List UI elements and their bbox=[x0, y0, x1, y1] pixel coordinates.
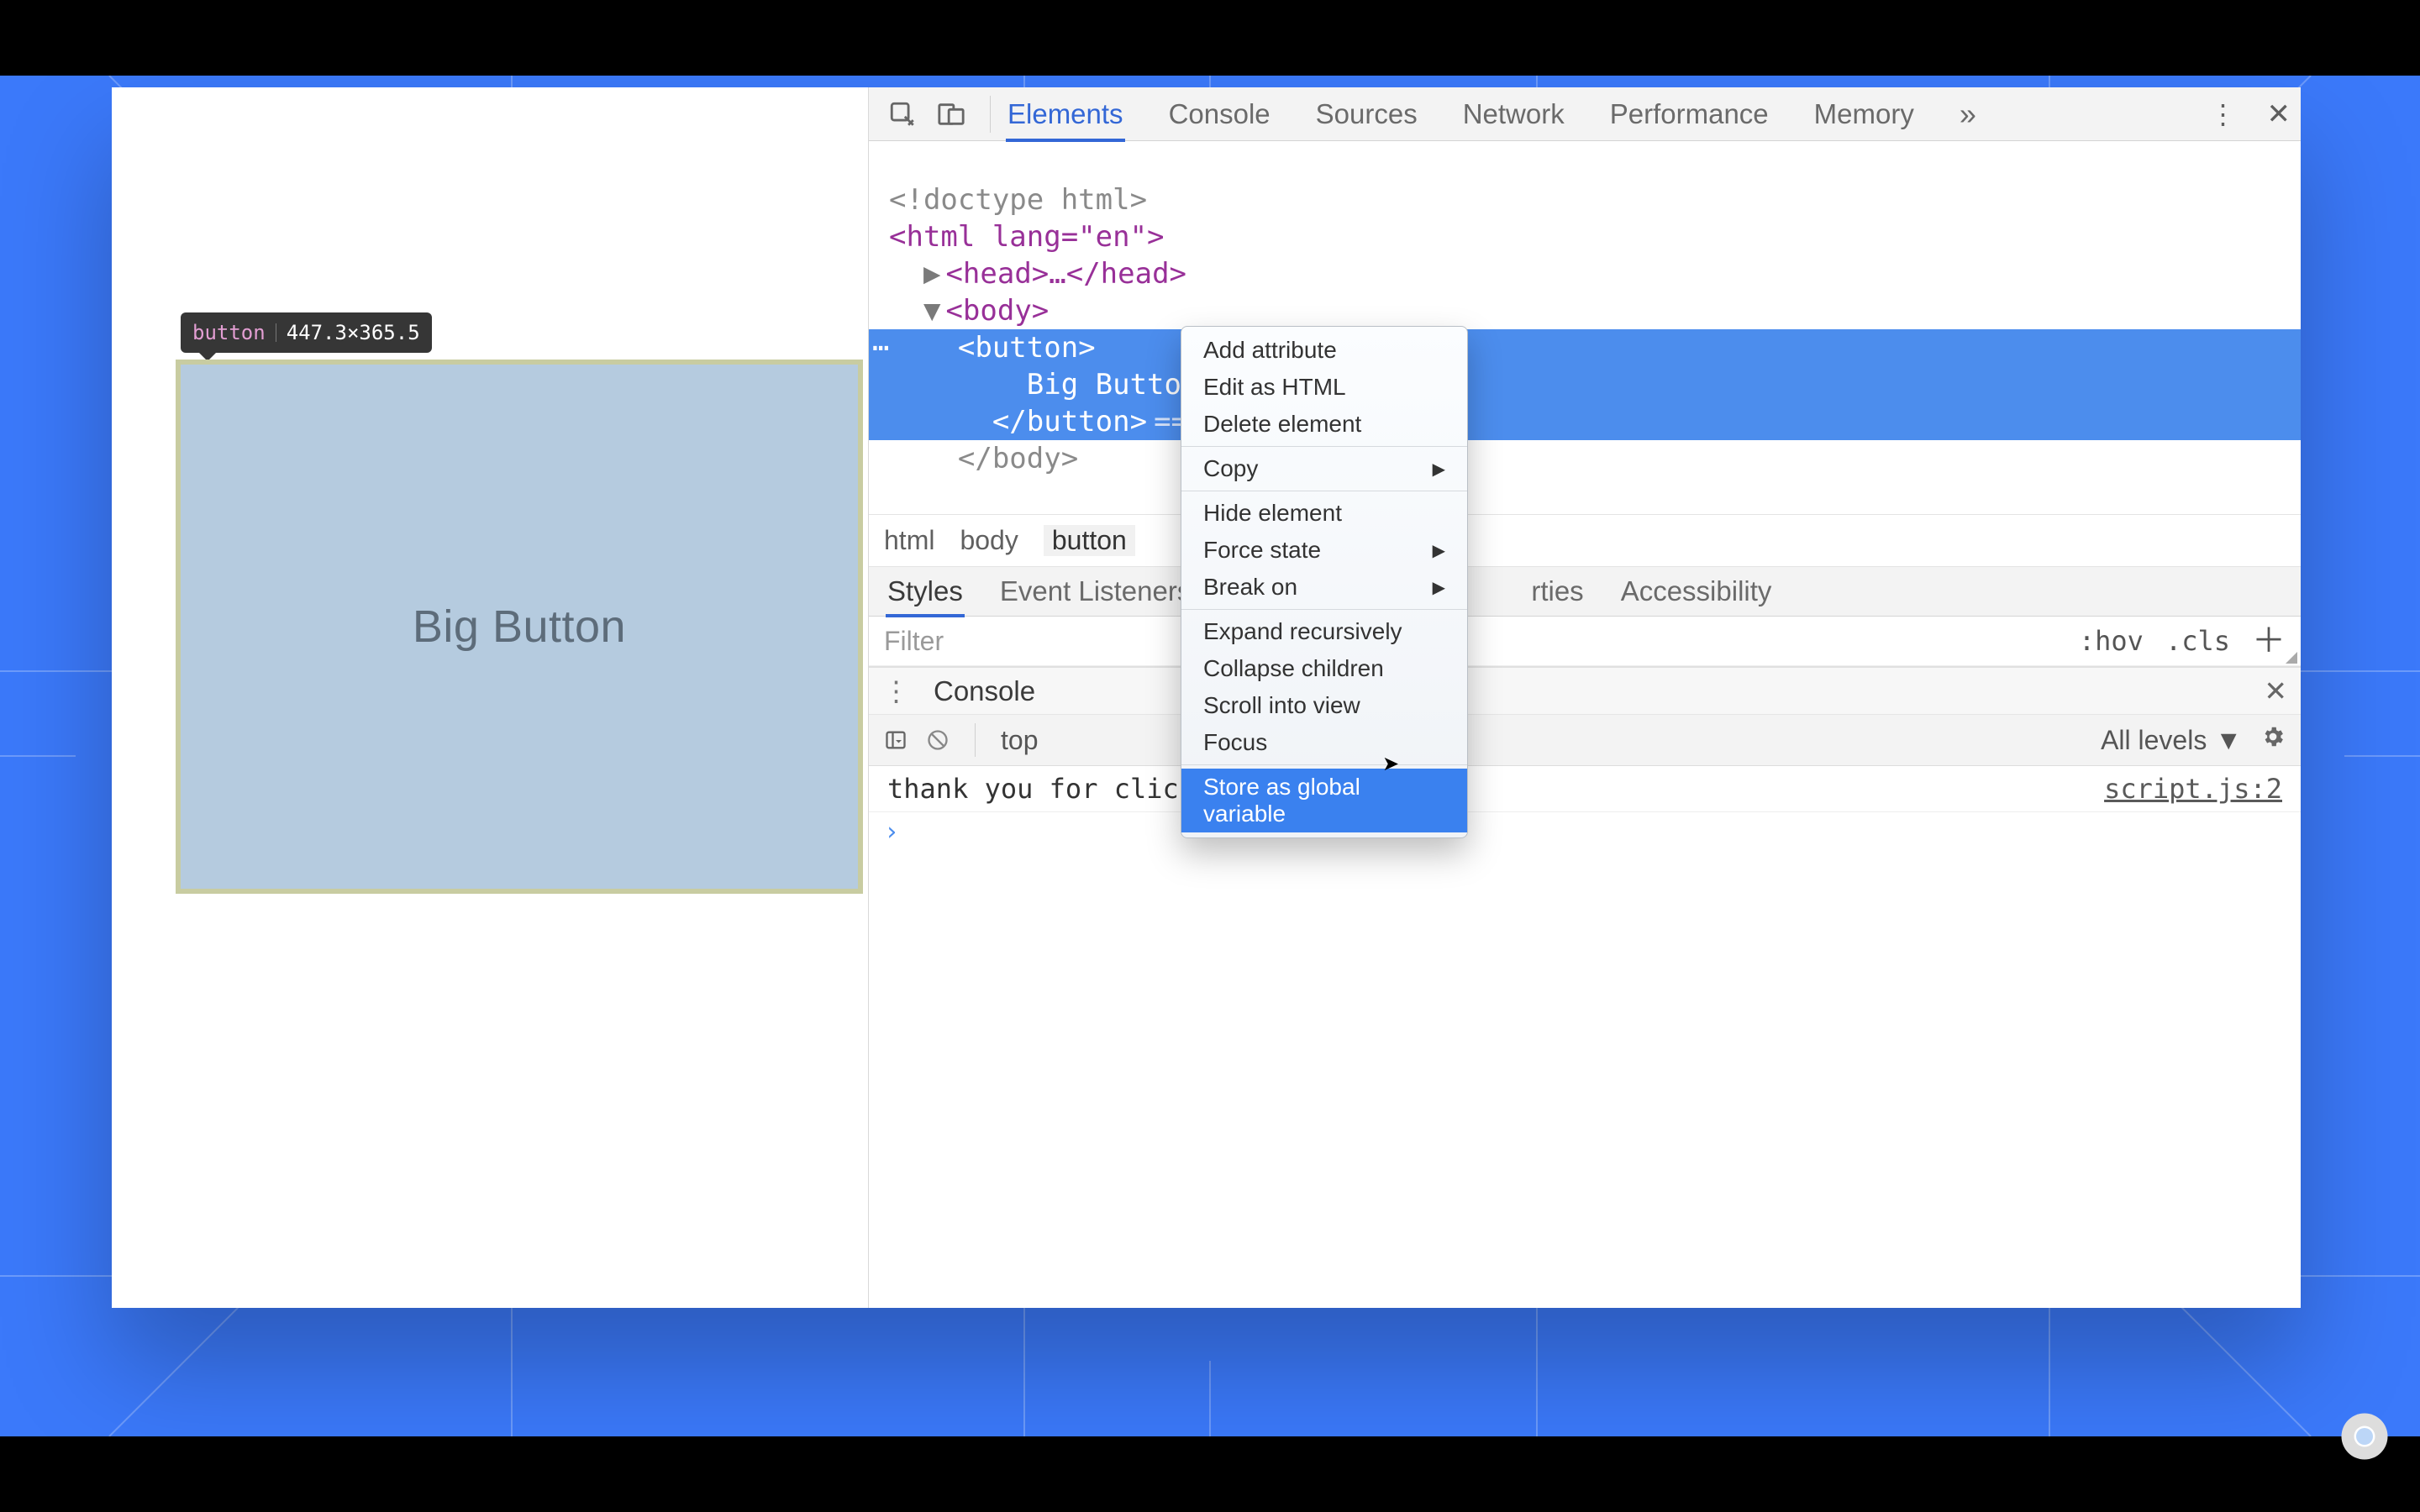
context-menu: Add attribute Edit as HTML Delete element C… bbox=[1181, 326, 1468, 838]
menu-item-copy[interactable]: Copy ▶ bbox=[1181, 450, 1467, 487]
devtools-toolbar: Elements Console Sources Network Perform… bbox=[869, 87, 2301, 141]
devtools-panel: Elements Console Sources Network Perform… bbox=[868, 87, 2301, 1308]
dom-body-close: </body> bbox=[889, 442, 1078, 475]
dom-doctype: <!doctype html> bbox=[889, 183, 1147, 217]
console-prompt[interactable]: › bbox=[869, 812, 2301, 852]
tab-network[interactable]: Network bbox=[1463, 98, 1565, 130]
submenu-arrow-icon: ▶ bbox=[1433, 577, 1445, 598]
menu-item-expand-recursively[interactable]: Expand recursively bbox=[1181, 613, 1467, 650]
subtab-properties[interactable]: rties bbox=[1531, 575, 1583, 607]
menu-separator bbox=[1181, 609, 1467, 610]
dom-tree[interactable]: <!doctype html> <html lang="en"> ▶ <head>… bbox=[869, 141, 2301, 514]
tab-elements[interactable]: Elements bbox=[1007, 98, 1123, 130]
inspect-tooltip-size: 447.3×365.5 bbox=[287, 321, 420, 344]
devtools-tabs: Elements Console Sources Network Perform… bbox=[1007, 97, 1976, 132]
menu-item-label: Expand recursively bbox=[1203, 618, 1402, 645]
big-button[interactable]: Big Button bbox=[176, 360, 863, 894]
menu-item-focus[interactable]: Focus bbox=[1181, 724, 1467, 761]
big-button-label: Big Button bbox=[413, 601, 626, 653]
crumb-html[interactable]: html bbox=[884, 525, 934, 556]
console-toolbar: top All levels ▼ bbox=[869, 715, 2301, 766]
submenu-arrow-icon: ▶ bbox=[1433, 540, 1445, 561]
device-toggle-icon[interactable] bbox=[936, 99, 966, 129]
subtab-accessibility[interactable]: Accessibility bbox=[1621, 575, 1772, 607]
console-drawer-header: ⋮ Console ✕ bbox=[869, 666, 2301, 715]
menu-separator bbox=[1181, 446, 1467, 447]
crumb-body[interactable]: body bbox=[960, 525, 1018, 556]
menu-item-label: Copy bbox=[1203, 455, 1258, 482]
menu-item-label: Collapse children bbox=[1203, 655, 1384, 682]
submenu-arrow-icon: ▶ bbox=[1433, 459, 1445, 480]
console-drawer-close-icon[interactable]: ✕ bbox=[2264, 675, 2287, 707]
console-log-text: thank you for click bbox=[887, 773, 1195, 805]
add-style-rule-icon[interactable]: ＋ bbox=[2252, 633, 2286, 649]
chrome-logo-icon bbox=[2339, 1411, 2390, 1462]
subtab-styles[interactable]: Styles bbox=[887, 575, 963, 607]
console-log-source-link[interactable]: script.js:2 bbox=[2104, 773, 2282, 805]
clear-console-icon[interactable] bbox=[926, 728, 950, 752]
dom-body-open[interactable]: <body> bbox=[945, 294, 1049, 328]
devtools-menu-icon[interactable]: ⋮ bbox=[2210, 98, 2237, 130]
menu-item-label: Scroll into view bbox=[1203, 692, 1360, 719]
crumb-button[interactable]: button bbox=[1044, 525, 1135, 556]
styles-filter-bar: Filter :hov .cls ＋ bbox=[869, 617, 2301, 666]
hov-toggle[interactable]: :hov bbox=[2079, 625, 2144, 657]
menu-item-label: Store as global variable bbox=[1203, 774, 1445, 827]
menu-item-edit-as-html[interactable]: Edit as HTML bbox=[1181, 369, 1467, 406]
styles-filter-input[interactable]: Filter bbox=[884, 626, 944, 657]
tab-memory[interactable]: Memory bbox=[1814, 98, 1914, 130]
tab-sources[interactable]: Sources bbox=[1316, 98, 1418, 130]
page-viewport: button 447.3×365.5 Big Button bbox=[112, 87, 868, 1308]
menu-item-collapse-children[interactable]: Collapse children bbox=[1181, 650, 1467, 687]
dom-breadcrumbs: html body button bbox=[869, 514, 2301, 567]
dom-selected-node[interactable]: ⋯ <button> Big Button </button>== $0 bbox=[869, 329, 2301, 440]
menu-item-label: Force state bbox=[1203, 537, 1321, 564]
styles-subtabs: Styles Event Listeners DOM rties Accessi… bbox=[869, 567, 2301, 617]
menu-item-label: Hide element bbox=[1203, 500, 1342, 527]
menu-item-scroll-into-view[interactable]: Scroll into view bbox=[1181, 687, 1467, 724]
menu-item-label: Focus bbox=[1203, 729, 1267, 756]
console-settings-icon[interactable] bbox=[2260, 724, 2286, 756]
subtab-event-listeners[interactable]: Event Listeners bbox=[1000, 575, 1191, 607]
menu-item-force-state[interactable]: Force state ▶ bbox=[1181, 532, 1467, 569]
console-context-select[interactable]: top bbox=[1001, 725, 1038, 756]
cls-toggle[interactable]: .cls bbox=[2165, 625, 2230, 657]
devtools-close-icon[interactable]: ✕ bbox=[2267, 97, 2291, 131]
menu-item-delete-element[interactable]: Delete element bbox=[1181, 406, 1467, 443]
tabs-overflow-icon[interactable]: » bbox=[1960, 97, 1976, 132]
console-drawer-title: Console bbox=[934, 675, 1035, 707]
dom-html-open[interactable]: <html lang="en"> bbox=[889, 220, 1165, 254]
console-body[interactable]: thank you for click script.js:2 › bbox=[869, 766, 2301, 1308]
menu-item-store-as-global-variable[interactable]: Store as global variable bbox=[1181, 769, 1467, 832]
menu-item-label: Break on bbox=[1203, 574, 1297, 601]
resize-corner-icon[interactable] bbox=[2286, 652, 2297, 664]
menu-item-label: Delete element bbox=[1203, 411, 1361, 438]
cursor-icon: ➤ bbox=[1382, 752, 1399, 776]
inspect-icon[interactable] bbox=[887, 99, 918, 129]
console-log-line: thank you for click script.js:2 bbox=[869, 766, 2301, 812]
menu-separator bbox=[1181, 764, 1467, 765]
element-inspect-tooltip: button 447.3×365.5 bbox=[181, 312, 432, 353]
menu-item-add-attribute[interactable]: Add attribute bbox=[1181, 332, 1467, 369]
console-drawer-menu-icon[interactable]: ⋮ bbox=[882, 675, 910, 707]
menu-item-label: Add attribute bbox=[1203, 337, 1337, 364]
console-levels-select[interactable]: All levels ▼ bbox=[2101, 725, 2242, 756]
inspect-tooltip-tag: button bbox=[192, 321, 266, 344]
menu-item-hide-element[interactable]: Hide element bbox=[1181, 495, 1467, 532]
dom-head[interactable]: <head>…</head> bbox=[945, 257, 1186, 291]
menu-item-break-on[interactable]: Break on ▶ bbox=[1181, 569, 1467, 606]
console-sidebar-toggle-icon[interactable] bbox=[884, 728, 908, 752]
menu-item-label: Edit as HTML bbox=[1203, 374, 1346, 401]
chevron-down-icon: ▼ bbox=[2215, 725, 2242, 756]
tab-console[interactable]: Console bbox=[1169, 98, 1270, 130]
tab-performance[interactable]: Performance bbox=[1610, 98, 1769, 130]
